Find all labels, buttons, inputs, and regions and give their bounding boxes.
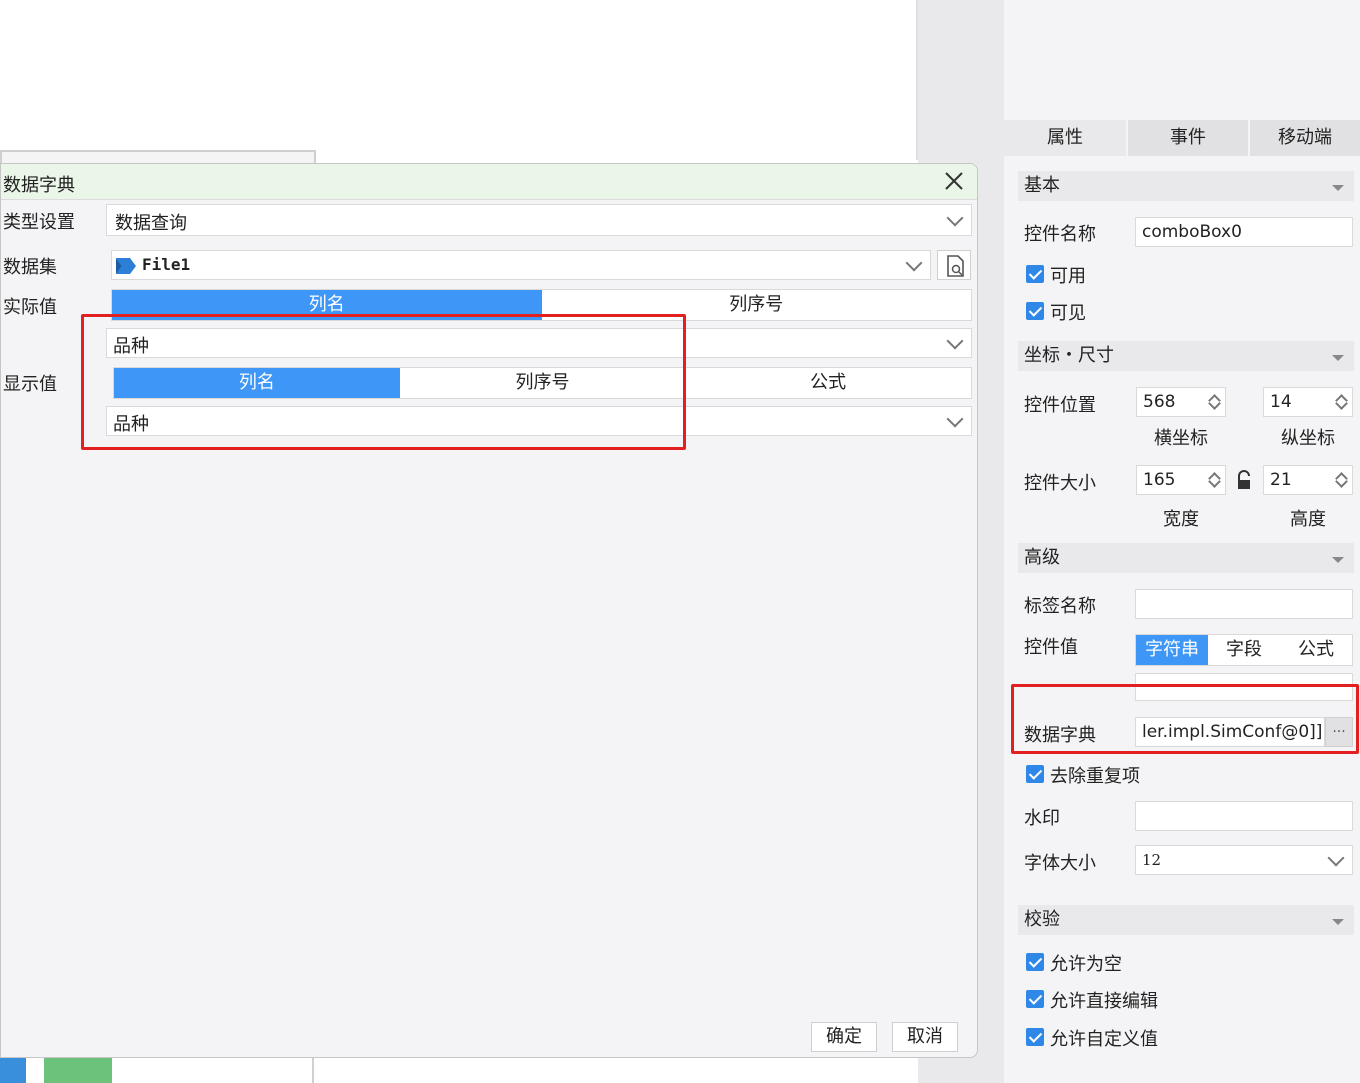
- spin-arrows-icon[interactable]: [1332, 466, 1352, 494]
- y-caption: 纵坐标: [1281, 428, 1335, 449]
- chevron-down-icon: [905, 254, 923, 272]
- dataset-value: File1: [142, 255, 191, 274]
- font-size-select[interactable]: 12: [1135, 845, 1353, 875]
- height-stepper-value: 21: [1270, 470, 1292, 490]
- display-value-label: 显示值: [3, 374, 57, 395]
- allow-custom-label: 允许自定义值: [1050, 1029, 1158, 1050]
- enabled-checkbox[interactable]: [1026, 265, 1044, 283]
- section-geometry[interactable]: 坐标・尺寸: [1018, 341, 1354, 371]
- spin-arrows-icon[interactable]: [1205, 466, 1225, 494]
- chevron-down-icon: [946, 209, 964, 227]
- preview-dataset-button[interactable]: [937, 250, 971, 280]
- tab-string[interactable]: 字符串: [1136, 635, 1208, 665]
- type-select[interactable]: 数据查询: [106, 204, 972, 236]
- dataset-select[interactable]: File1: [111, 250, 931, 280]
- cancel-button[interactable]: 取消: [892, 1022, 958, 1052]
- data-dictionary-dialog: 数据字典 类型设置 数据查询 数据集 File1 实际值 列名 列序号 品种 显…: [0, 163, 978, 1058]
- tab-display-formula[interactable]: 公式: [685, 368, 971, 398]
- watermark-label: 水印: [1024, 808, 1060, 829]
- canvas-widget-edge: [312, 1056, 314, 1083]
- dedupe-checkbox[interactable]: [1026, 765, 1044, 783]
- dialog-title-bar[interactable]: 数据字典: [1, 164, 977, 200]
- x-stepper[interactable]: 568: [1136, 387, 1226, 417]
- type-select-value: 数据查询: [115, 213, 187, 234]
- dataset-label: 数据集: [3, 257, 57, 278]
- collapse-icon: [1332, 355, 1344, 361]
- section-advanced-title: 高级: [1024, 547, 1060, 568]
- collapse-icon: [1332, 185, 1344, 191]
- highlight-box: [81, 314, 686, 450]
- control-name-label: 控件名称: [1024, 224, 1096, 245]
- font-size-label: 字体大小: [1024, 853, 1096, 874]
- x-stepper-value: 568: [1143, 392, 1176, 412]
- control-value-label: 控件值: [1024, 637, 1078, 658]
- allow-edit-label: 允许直接编辑: [1050, 991, 1158, 1012]
- watermark-input[interactable]: [1135, 801, 1353, 831]
- spin-arrows-icon[interactable]: [1332, 388, 1352, 416]
- tab-events[interactable]: 事件: [1128, 120, 1248, 156]
- lock-icon[interactable]: [1235, 470, 1253, 492]
- chevron-down-icon: [946, 332, 964, 350]
- font-size-value: 12: [1142, 851, 1162, 869]
- tab-mobile[interactable]: 移动端: [1250, 120, 1360, 156]
- collapse-icon: [1332, 557, 1344, 563]
- width-stepper[interactable]: 165: [1136, 465, 1226, 495]
- visible-label: 可见: [1050, 303, 1086, 324]
- section-basic[interactable]: 基本: [1018, 171, 1354, 201]
- allow-custom-checkbox[interactable]: [1026, 1028, 1044, 1046]
- allow-edit-checkbox[interactable]: [1026, 990, 1044, 1008]
- section-basic-title: 基本: [1024, 175, 1060, 196]
- dataset-icon: [114, 255, 138, 277]
- canvas-widget-green: [44, 1056, 112, 1083]
- tab-properties[interactable]: 属性: [1004, 120, 1126, 156]
- x-caption: 横坐标: [1154, 428, 1208, 449]
- chevron-down-icon: [946, 410, 964, 428]
- width-stepper-value: 165: [1143, 470, 1176, 490]
- highlight-box: [1011, 684, 1359, 754]
- allow-empty-label: 允许为空: [1050, 954, 1122, 975]
- control-value-tabs: 字符串 字段 公式: [1135, 634, 1353, 666]
- height-stepper[interactable]: 21: [1263, 465, 1353, 495]
- section-validation[interactable]: 校验: [1018, 905, 1354, 935]
- enabled-label: 可用: [1050, 266, 1086, 287]
- y-stepper-value: 14: [1270, 392, 1292, 412]
- width-caption: 宽度: [1163, 509, 1199, 530]
- spin-arrows-icon[interactable]: [1205, 388, 1225, 416]
- tab-formula[interactable]: 公式: [1280, 635, 1352, 665]
- collapse-icon: [1332, 919, 1344, 925]
- type-label: 类型设置: [3, 212, 75, 233]
- dialog-title: 数据字典: [3, 175, 75, 196]
- tab-field[interactable]: 字段: [1208, 635, 1280, 665]
- tag-name-input[interactable]: [1135, 589, 1353, 619]
- canvas-widget-blue: [0, 1056, 26, 1083]
- section-advanced[interactable]: 高级: [1018, 543, 1354, 573]
- y-stepper[interactable]: 14: [1263, 387, 1353, 417]
- control-name-input[interactable]: comboBox0: [1135, 217, 1353, 247]
- section-geometry-title: 坐标・尺寸: [1024, 345, 1114, 366]
- document-search-icon: [947, 255, 964, 277]
- allow-empty-checkbox[interactable]: [1026, 953, 1044, 971]
- position-label: 控件位置: [1024, 395, 1096, 416]
- tag-name-label: 标签名称: [1024, 596, 1096, 617]
- ok-button[interactable]: 确定: [811, 1022, 877, 1052]
- height-caption: 高度: [1290, 509, 1326, 530]
- size-label: 控件大小: [1024, 473, 1096, 494]
- chevron-down-icon: [1327, 849, 1345, 867]
- close-icon[interactable]: [943, 170, 965, 192]
- visible-checkbox[interactable]: [1026, 302, 1044, 320]
- dedupe-label: 去除重复项: [1050, 766, 1140, 787]
- section-validation-title: 校验: [1024, 909, 1060, 930]
- actual-value-label: 实际值: [3, 297, 57, 318]
- property-panel: 属性 事件 移动端 基本 控件名称 comboBox0 可用 可见 坐标・尺寸 …: [1004, 0, 1360, 1083]
